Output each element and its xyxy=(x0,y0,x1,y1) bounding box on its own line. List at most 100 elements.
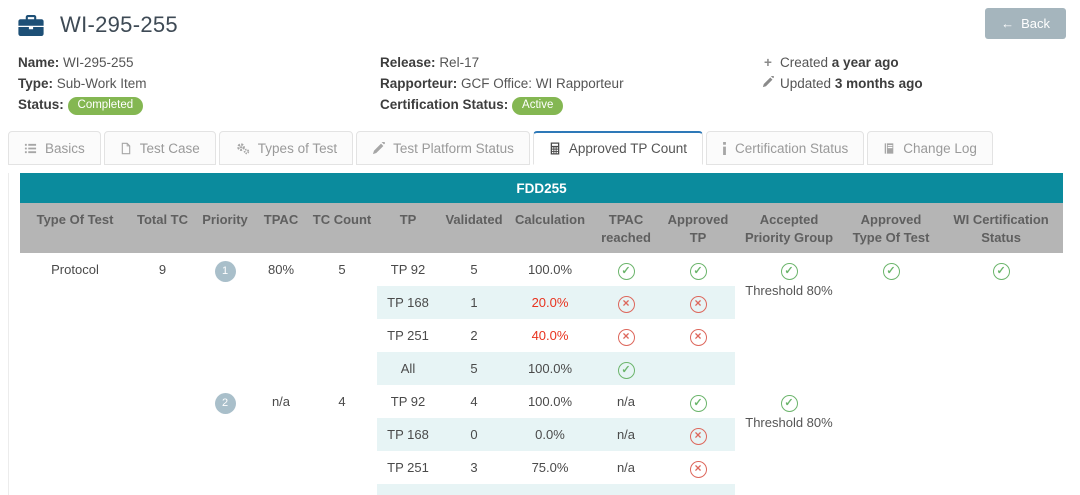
info-icon xyxy=(722,142,727,155)
na-text: n/a xyxy=(617,427,635,442)
cell-tpac: n/a xyxy=(255,385,307,495)
arrow-left-icon: ← xyxy=(1001,16,1014,31)
cell-validated: 4 xyxy=(439,484,509,495)
col-wi-certification-status: WI Certification Status xyxy=(939,203,1063,253)
threshold-label: Threshold 80% xyxy=(739,283,839,298)
cross-circle-icon: × xyxy=(690,461,707,478)
back-button[interactable]: ← Back xyxy=(985,8,1066,39)
cell-tpac-reached: × xyxy=(591,286,661,319)
tab-label: Test Case xyxy=(140,141,200,156)
cell-tp: TP 251 xyxy=(377,319,439,352)
cell-tp: TP 92 xyxy=(377,385,439,418)
col-approved-type-of-test: Approved Type Of Test xyxy=(843,203,939,253)
threshold-label: Threshold 80% xyxy=(739,415,839,430)
cell-tp: TP 92 xyxy=(377,253,439,286)
check-circle-icon: ✓ xyxy=(618,263,635,280)
gears-icon xyxy=(235,142,250,155)
col-validated: Validated xyxy=(439,203,509,253)
cell-calculation: 20.0% xyxy=(509,286,591,319)
approved-tp-count-table: FDD255Type Of TestTotal TCPriorityTPACTC… xyxy=(20,173,1063,495)
cell-approved-tp: × xyxy=(661,418,735,451)
na-text: n/a xyxy=(617,460,635,475)
cross-circle-icon: × xyxy=(618,329,635,346)
column-header-row: Type Of TestTotal TCPriorityTPACTC Count… xyxy=(20,203,1063,253)
cell-tp: TP 168 xyxy=(377,286,439,319)
col-tc-count: TC Count xyxy=(307,203,377,253)
page-title: WI-295-255 xyxy=(60,12,178,38)
tab-test-case[interactable]: Test Case xyxy=(104,131,216,165)
col-type-of-test: Type Of Test xyxy=(20,203,130,253)
cell-tp: All xyxy=(377,484,439,495)
cell-calculation: 100.0% xyxy=(509,352,591,385)
cell-tp: TP 168 xyxy=(377,418,439,451)
cell-accepted-priority-group: ✓ Threshold 80% xyxy=(735,253,843,385)
tab-label: Basics xyxy=(45,141,85,156)
field-updated: Updated 3 months ago xyxy=(760,73,1066,94)
book-icon xyxy=(883,142,895,155)
tab-label: Approved TP Count xyxy=(569,141,687,156)
field-release: Release: Rel-17 xyxy=(380,52,760,73)
briefcase-icon xyxy=(18,15,44,36)
status-badge: Completed xyxy=(68,97,144,115)
col-total-tc: Total TC xyxy=(130,203,195,253)
check-circle-icon: ✓ xyxy=(781,395,798,412)
check-circle-icon: ✓ xyxy=(993,263,1010,280)
cell-tp: All xyxy=(377,352,439,385)
cell-tpac-reached: n/a xyxy=(591,385,661,418)
tab-label: Change Log xyxy=(903,141,977,156)
check-circle-icon: ✓ xyxy=(690,395,707,412)
metadata-column-right: +Created a year ago Updated 3 months ago xyxy=(760,52,1066,115)
check-circle-icon: ✓ xyxy=(781,263,798,280)
metadata-column-middle: Release: Rel-17 Rapporteur: GCF Office: … xyxy=(380,52,760,115)
cell-calculation: 40.0% xyxy=(509,319,591,352)
cell-tp: TP 251 xyxy=(377,451,439,484)
tab-approved-tp-count[interactable]: Approved TP Count xyxy=(533,131,703,165)
priority-badge: 2 xyxy=(215,393,236,414)
col-accepted-priority-group: Accepted Priority Group xyxy=(735,203,843,253)
cell-tpac-reached: ✓ xyxy=(591,253,661,286)
title-row: WI-295-255 ← Back xyxy=(0,8,1080,42)
cell-approved-tp xyxy=(661,352,735,385)
tab-test-platform-status[interactable]: Test Platform Status xyxy=(356,131,530,165)
tab-certification-status[interactable]: Certification Status xyxy=(706,131,864,165)
cell-approved-tp: × xyxy=(661,286,735,319)
cell-approved-tp: × xyxy=(661,319,735,352)
col-tp: TP xyxy=(377,203,439,253)
cell-validated: 5 xyxy=(439,352,509,385)
tab-label: Test Platform Status xyxy=(393,141,514,156)
cell-total-tc: 9 xyxy=(130,253,195,495)
cell-validated: 5 xyxy=(439,253,509,286)
field-created: +Created a year ago xyxy=(760,52,1066,73)
tab-label: Types of Test xyxy=(258,141,337,156)
na-text: n/a xyxy=(617,394,635,409)
certification-status-badge: Active xyxy=(512,97,563,115)
pencil-icon xyxy=(372,142,385,155)
cell-calculation: 100.0% xyxy=(509,484,591,495)
pencil-icon xyxy=(760,73,776,94)
tab-change-log[interactable]: Change Log xyxy=(867,131,993,165)
list-icon xyxy=(24,142,37,155)
cross-circle-icon: × xyxy=(690,296,707,313)
tab-basics[interactable]: Basics xyxy=(8,131,101,165)
cross-circle-icon: × xyxy=(690,329,707,346)
col-priority: Priority xyxy=(195,203,255,253)
metadata-column-left: Name: WI-295-255 Type: Sub-Work Item Sta… xyxy=(18,52,380,115)
col-tpac: TPAC xyxy=(255,203,307,253)
cross-circle-icon: × xyxy=(690,428,707,445)
cell-tpac-reached: ✓ xyxy=(591,352,661,385)
tab-bar: Basics Test Case Types of Test Test Platfor… xyxy=(8,131,1080,165)
tab-types-of-test[interactable]: Types of Test xyxy=(219,131,353,165)
file-icon xyxy=(120,142,132,155)
cell-validated: 3 xyxy=(439,451,509,484)
cell-calculation: 100.0% xyxy=(509,385,591,418)
field-rapporteur: Rapporteur: GCF Office: WI Rapporteur xyxy=(380,73,760,94)
cell-approved-tp: × xyxy=(661,451,735,484)
cell-tpac-reached: n/a xyxy=(591,484,661,495)
cell-validated: 4 xyxy=(439,385,509,418)
check-circle-icon: ✓ xyxy=(690,263,707,280)
cell-approved-tp: ✓ xyxy=(661,253,735,286)
field-status: Status: Completed xyxy=(18,94,380,115)
cell-priority: 2 xyxy=(195,385,255,495)
metadata-panel: Name: WI-295-255 Type: Sub-Work Item Sta… xyxy=(0,42,1080,127)
field-certification-status: Certification Status: Active xyxy=(380,94,760,115)
